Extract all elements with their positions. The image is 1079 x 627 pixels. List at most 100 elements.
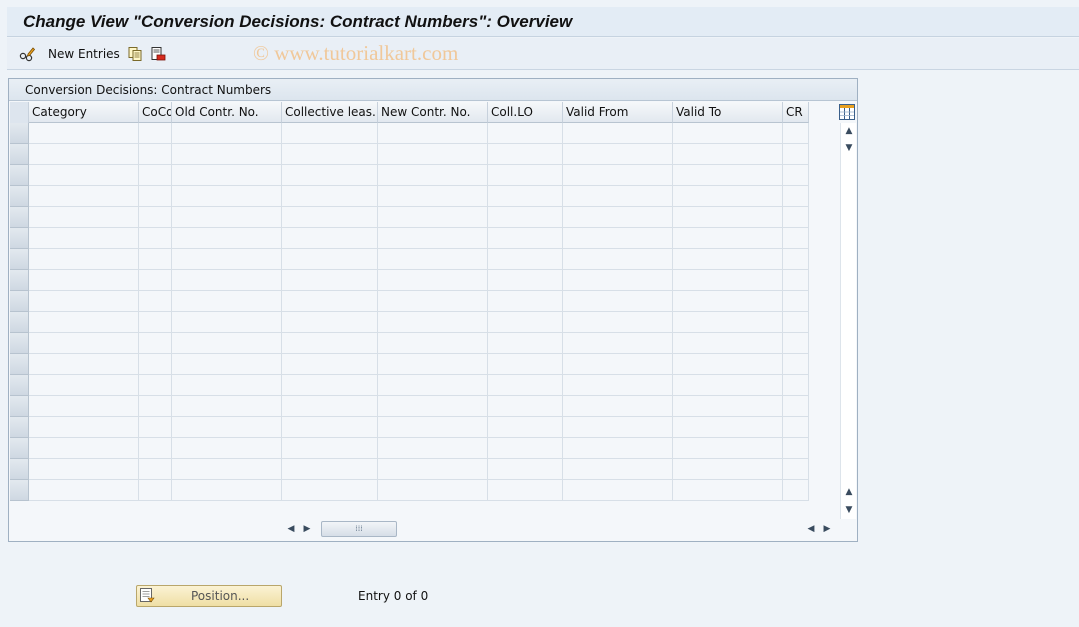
table-cell[interactable] <box>378 123 488 144</box>
column-header-old-contract-no[interactable]: Old Contr. No. <box>172 102 282 123</box>
table-cell[interactable] <box>282 480 378 501</box>
table-cell[interactable] <box>488 186 563 207</box>
table-cell[interactable] <box>563 396 673 417</box>
table-cell[interactable] <box>139 459 172 480</box>
scroll-up-icon[interactable]: ▲ <box>841 123 857 139</box>
table-cell[interactable] <box>172 249 282 270</box>
row-selector[interactable] <box>10 459 29 480</box>
delete-icon[interactable] <box>150 46 166 62</box>
table-cell[interactable] <box>563 312 673 333</box>
table-cell[interactable] <box>673 270 783 291</box>
column-header-valid-to[interactable]: Valid To <box>673 102 783 123</box>
row-selector[interactable] <box>10 207 29 228</box>
copy-icon[interactable] <box>127 46 143 62</box>
table-cell[interactable] <box>139 270 172 291</box>
table-cell[interactable] <box>378 207 488 228</box>
table-cell[interactable] <box>488 207 563 228</box>
row-selector[interactable] <box>10 291 29 312</box>
table-cell[interactable] <box>282 438 378 459</box>
table-cell[interactable] <box>488 123 563 144</box>
table-cell[interactable] <box>488 354 563 375</box>
table-cell[interactable] <box>282 333 378 354</box>
table-cell[interactable] <box>563 270 673 291</box>
table-cell[interactable] <box>139 186 172 207</box>
scroll-page-down-icon[interactable]: ▼ <box>841 502 857 518</box>
column-header-new-contract-no[interactable]: New Contr. No. <box>378 102 488 123</box>
table-cell[interactable] <box>563 354 673 375</box>
table-cell[interactable] <box>172 144 282 165</box>
table-cell[interactable] <box>29 375 139 396</box>
table-cell[interactable] <box>172 417 282 438</box>
table-cell[interactable] <box>488 228 563 249</box>
row-selector[interactable] <box>10 186 29 207</box>
table-cell[interactable] <box>563 207 673 228</box>
table-cell[interactable] <box>282 249 378 270</box>
table-cell[interactable] <box>783 480 809 501</box>
table-cell[interactable] <box>378 165 488 186</box>
table-cell[interactable] <box>139 375 172 396</box>
row-selector[interactable] <box>10 396 29 417</box>
row-selector[interactable] <box>10 417 29 438</box>
table-cell[interactable] <box>563 249 673 270</box>
table-cell[interactable] <box>783 396 809 417</box>
row-selector[interactable] <box>10 333 29 354</box>
table-cell[interactable] <box>172 480 282 501</box>
table-cell[interactable] <box>673 459 783 480</box>
table-cell[interactable] <box>673 354 783 375</box>
table-cell[interactable] <box>488 249 563 270</box>
table-cell[interactable] <box>563 186 673 207</box>
row-selector[interactable] <box>10 165 29 186</box>
scroll-down-icon[interactable]: ▼ <box>841 140 857 156</box>
table-cell[interactable] <box>563 165 673 186</box>
table-cell[interactable] <box>139 438 172 459</box>
table-cell[interactable] <box>29 207 139 228</box>
table-cell[interactable] <box>29 249 139 270</box>
table-cell[interactable] <box>378 459 488 480</box>
table-cell[interactable] <box>378 417 488 438</box>
table-cell[interactable] <box>488 333 563 354</box>
column-header-coll-lo[interactable]: Coll.LO <box>488 102 563 123</box>
table-cell[interactable] <box>139 396 172 417</box>
table-cell[interactable] <box>673 396 783 417</box>
table-cell[interactable] <box>673 375 783 396</box>
row-selector[interactable] <box>10 438 29 459</box>
table-cell[interactable] <box>378 228 488 249</box>
table-cell[interactable] <box>488 480 563 501</box>
table-cell[interactable] <box>282 186 378 207</box>
scroll-end-right-icon[interactable]: ▶ <box>819 521 835 537</box>
table-cell[interactable] <box>378 375 488 396</box>
scroll-left-icon[interactable]: ◀ <box>283 521 299 537</box>
column-header-cr[interactable]: CR <box>783 102 809 123</box>
table-cell[interactable] <box>378 144 488 165</box>
table-cell[interactable] <box>29 333 139 354</box>
table-cell[interactable] <box>563 480 673 501</box>
table-cell[interactable] <box>783 312 809 333</box>
table-cell[interactable] <box>783 438 809 459</box>
table-cell[interactable] <box>139 417 172 438</box>
table-cell[interactable] <box>783 165 809 186</box>
table-cell[interactable] <box>172 123 282 144</box>
table-cell[interactable] <box>282 228 378 249</box>
table-cell[interactable] <box>172 165 282 186</box>
row-selector[interactable] <box>10 312 29 333</box>
table-cell[interactable] <box>488 312 563 333</box>
table-cell[interactable] <box>282 396 378 417</box>
table-cell[interactable] <box>282 270 378 291</box>
horizontal-scroll-thumb[interactable]: ⁞⁞⁞ <box>321 521 397 537</box>
table-cell[interactable] <box>378 354 488 375</box>
table-cell[interactable] <box>29 144 139 165</box>
table-cell[interactable] <box>673 249 783 270</box>
table-cell[interactable] <box>783 375 809 396</box>
pencil-glasses-icon[interactable] <box>19 46 35 62</box>
table-cell[interactable] <box>282 375 378 396</box>
table-cell[interactable] <box>673 480 783 501</box>
table-cell[interactable] <box>172 207 282 228</box>
table-cell[interactable] <box>488 438 563 459</box>
table-cell[interactable] <box>673 228 783 249</box>
table-cell[interactable] <box>172 438 282 459</box>
table-cell[interactable] <box>673 291 783 312</box>
table-cell[interactable] <box>172 333 282 354</box>
table-cell[interactable] <box>488 291 563 312</box>
table-cell[interactable] <box>172 228 282 249</box>
row-selector[interactable] <box>10 123 29 144</box>
